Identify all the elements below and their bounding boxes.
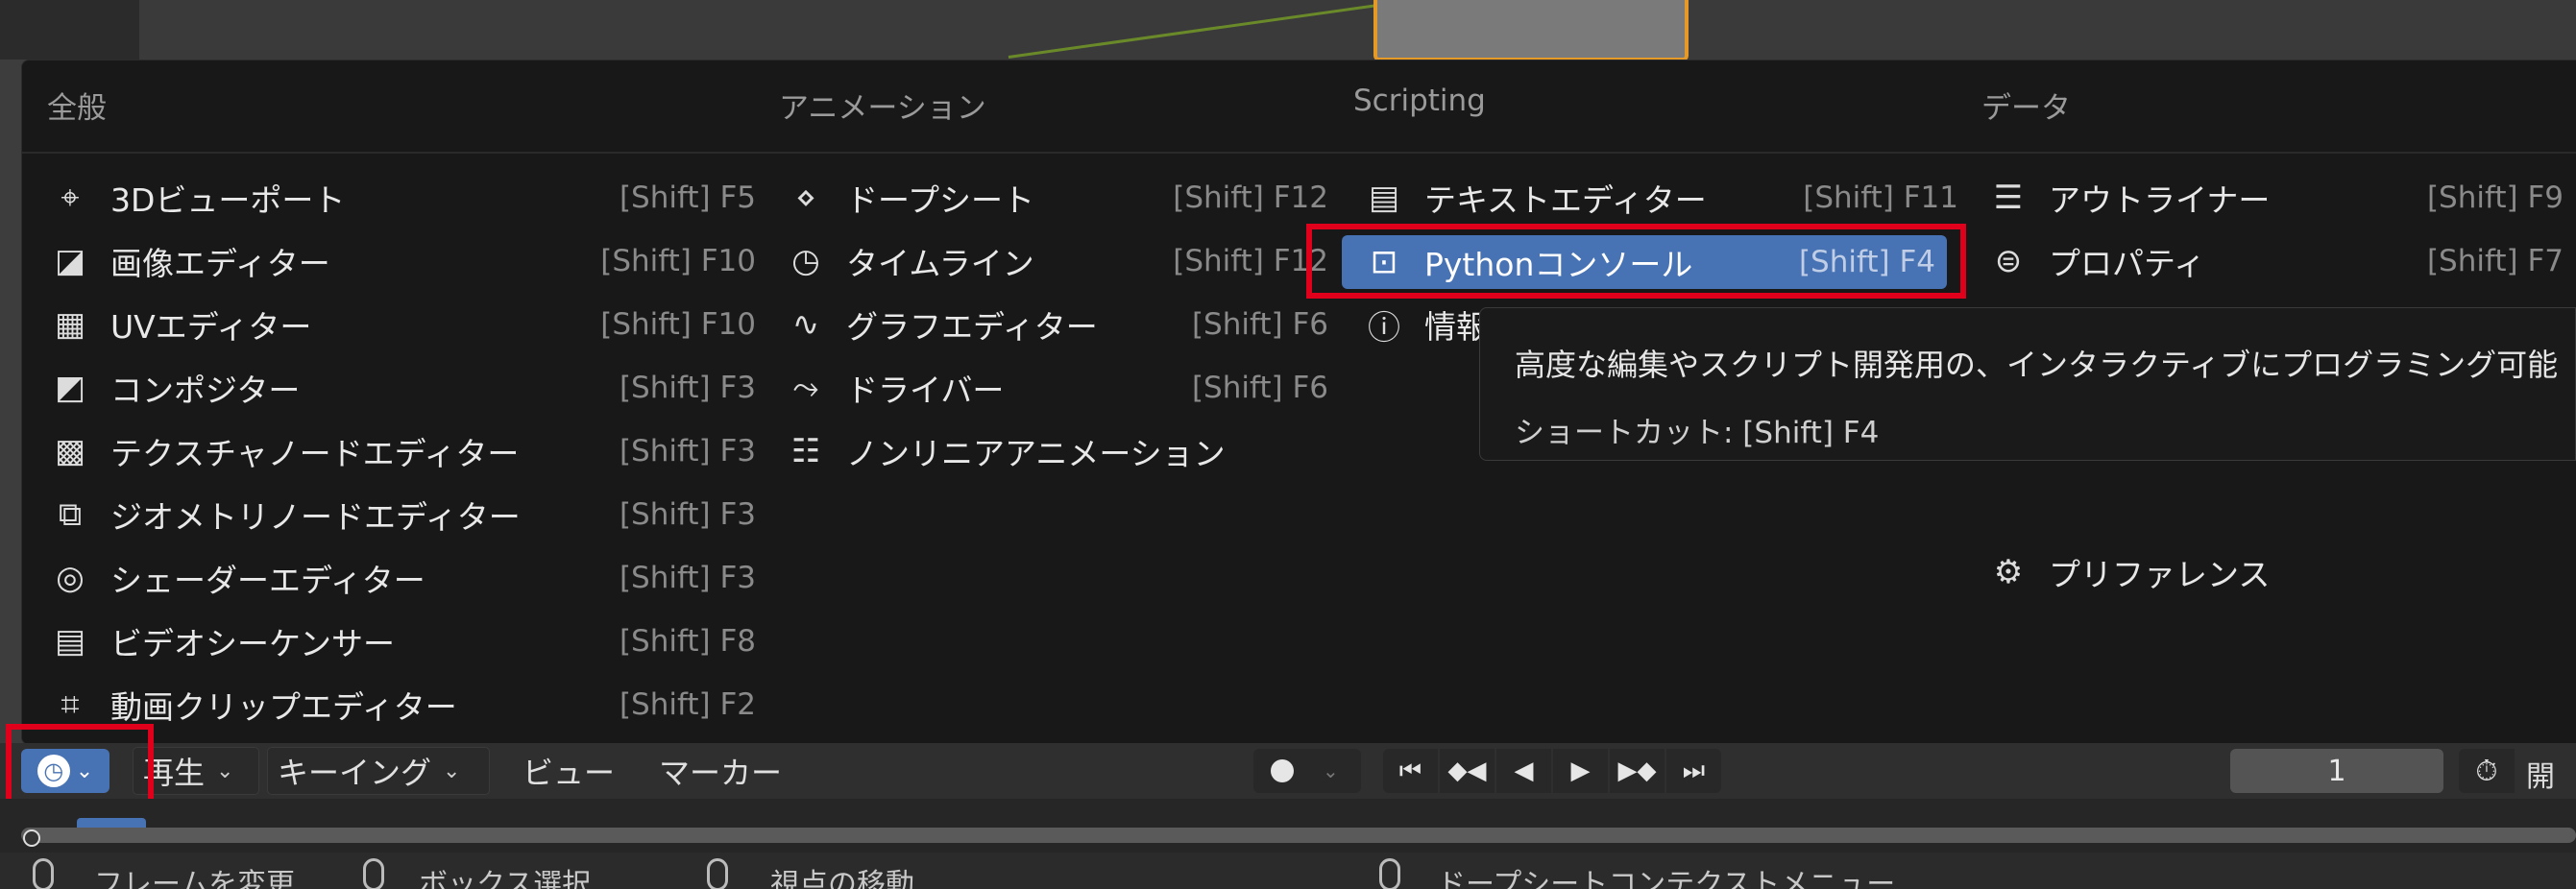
header-divider <box>22 152 2576 154</box>
mouse-left-icon <box>33 858 54 889</box>
menu-item-graph-editor[interactable]: ∿ グラフエディター [Shift] F6 <box>785 298 1328 351</box>
3d-viewport[interactable] <box>0 0 2576 60</box>
timeline-scrub-area[interactable] <box>0 799 2576 853</box>
chevron-down-icon: ⌄ <box>443 758 461 783</box>
jump-to-prev-keyframe-button[interactable]: ◆◀ <box>1440 749 1495 793</box>
properties-icon: ⊜ <box>1994 242 2023 280</box>
image-editor-icon: ◪ <box>54 242 86 280</box>
tooltip-shortcut: ショートカット: [Shift] F4 <box>1515 416 1880 450</box>
stopwatch-icon[interactable]: ⏱ <box>2459 749 2515 793</box>
menu-item-outliner[interactable]: ☰ アウトライナー [Shift] F9 <box>1987 171 2564 225</box>
shader-editor-icon: ◎ <box>56 559 85 597</box>
drivers-icon: ⤳ <box>792 369 819 407</box>
play-button[interactable]: ▶ <box>1553 749 1608 793</box>
jump-to-end-button[interactable]: ⏭ <box>1666 749 1721 793</box>
menu-item-movie-clip-editor[interactable]: ⌗ 動画クリップエディター [Shift] F2 <box>49 678 756 732</box>
timeline-icon: ◷ <box>791 242 820 280</box>
column-title-data: データ <box>1981 91 2071 126</box>
chevron-down-icon: ⌄ <box>216 758 234 783</box>
jump-to-next-keyframe-button[interactable]: ▶◆ <box>1610 749 1665 793</box>
info-icon: ⓘ <box>1368 308 1400 348</box>
record-icon <box>1271 759 1294 782</box>
menu-item-properties[interactable]: ⊜ プロパティ [Shift] F7 <box>1987 234 2564 288</box>
graph-editor-icon: ∿ <box>791 305 820 344</box>
python-console-tooltip: 高度な編集やスクリプト開発用の、インタラクティブにプログラミング可能 ショートカ… <box>1479 307 2576 461</box>
scrollbar-handle[interactable] <box>23 829 40 847</box>
menu-item-compositor[interactable]: ◩ コンポジター [Shift] F3 <box>49 361 756 415</box>
status-box-select: ボックス選択 <box>419 868 592 889</box>
mouse-drag-icon <box>363 858 384 889</box>
video-sequencer-icon: ▤ <box>54 622 86 661</box>
menu-item-nonlinear-animation[interactable]: ☷ ノンリニアアニメーション <box>785 424 1328 478</box>
playback-controls: ⏮ ◆◀ ◀ ▶ ▶◆ ⏭ <box>1383 749 1721 793</box>
status-change-frame: フレームを変更 <box>94 868 296 889</box>
texture-node-icon: ▩ <box>54 432 86 470</box>
text-editor-icon: ▤ <box>1368 179 1400 217</box>
menu-item-text-editor[interactable]: ▤ テキストエディター [Shift] F11 <box>1363 171 1968 225</box>
playback-menu[interactable]: 再生 ⌄ <box>133 747 259 795</box>
menu-item-image-editor[interactable]: ◪ 画像エディター [Shift] F10 <box>49 234 756 288</box>
column-title-animation: アニメーション <box>779 91 986 126</box>
current-frame-field[interactable]: 1 <box>2230 749 2443 793</box>
uv-editor-icon: ▦ <box>54 305 86 344</box>
jump-to-start-button[interactable]: ⏮ <box>1383 749 1438 793</box>
play-reverse-button[interactable]: ◀ <box>1496 749 1551 793</box>
chevron-down-icon: ⌄ <box>75 758 94 783</box>
timeline-icon: ◷ <box>36 755 70 787</box>
marker-menu[interactable]: マーカー <box>649 747 791 795</box>
mouse-middle-icon <box>707 858 728 889</box>
keying-menu[interactable]: キーイング ⌄ <box>267 747 490 795</box>
movie-clip-icon: ⌗ <box>61 685 80 724</box>
view-menu[interactable]: ビュー <box>513 747 624 795</box>
viewport-toolbar <box>0 0 139 60</box>
column-title-general: 全般 <box>47 91 107 126</box>
menu-item-shader-editor[interactable]: ◎ シェーダーエディター [Shift] F3 <box>49 551 756 605</box>
auto-keying-toggle[interactable]: ⌄ <box>1253 749 1361 793</box>
start-frame-label: 開 <box>2526 760 2555 794</box>
geometry-node-icon: ⧉ <box>58 495 83 534</box>
menu-item-drivers[interactable]: ⤳ ドライバー [Shift] F6 <box>785 361 1328 415</box>
playhead-marker[interactable] <box>77 818 146 828</box>
menu-item-texture-node-editor[interactable]: ▩ テクスチャノードエディター [Shift] F3 <box>49 424 756 478</box>
menu-item-preferences[interactable]: ⚙ プリファレンス <box>1987 545 2564 599</box>
compositor-icon: ◩ <box>54 369 86 407</box>
menu-item-uv-editor[interactable]: ▦ UVエディター [Shift] F10 <box>49 298 756 351</box>
editor-type-button[interactable]: ◷ ⌄ <box>21 749 109 793</box>
selected-cube <box>1373 0 1689 60</box>
column-title-scripting: Scripting <box>1353 84 1486 118</box>
tooltip-description: 高度な編集やスクリプト開発用の、インタラクティブにプログラミング可能 <box>1515 347 2559 383</box>
menu-item-dope-sheet[interactable]: ⋄ ドープシート [Shift] F12 <box>785 171 1328 225</box>
chevron-down-icon: ⌄ <box>1323 759 1339 782</box>
nla-icon: ☷ <box>790 432 821 470</box>
console-icon: ⊡ <box>1370 243 1398 281</box>
mouse-right-icon <box>1379 858 1400 889</box>
status-context-menu: ドープシートコンテクストメニュー <box>1437 868 1896 889</box>
status-pan-view: 視点の移動 <box>770 868 914 889</box>
x-axis-line <box>1008 2 1390 59</box>
viewport-3d-icon: ⌖ <box>61 179 80 217</box>
dope-sheet-icon: ⋄ <box>795 179 816 217</box>
menu-item-timeline[interactable]: ◷ タイムライン [Shift] F12 <box>785 234 1328 288</box>
menu-item-3d-viewport[interactable]: ⌖ 3Dビューポート [Shift] F5 <box>49 171 756 225</box>
menu-item-geometry-node-editor[interactable]: ⧉ ジオメトリノードエディター [Shift] F3 <box>49 488 756 541</box>
outliner-icon: ☰ <box>1993 179 2024 217</box>
menu-item-python-console[interactable]: ⊡ Pythonコンソール [Shift] F4 <box>1342 235 1947 289</box>
status-bar: フレームを変更 ボックス選択 視点の移動 ドープシートコンテクストメニュー <box>0 853 2576 889</box>
horizontal-scrollbar[interactable] <box>21 828 2576 843</box>
preferences-icon: ⚙ <box>1993 553 2024 591</box>
menu-item-video-sequencer[interactable]: ▤ ビデオシーケンサー [Shift] F8 <box>49 614 756 668</box>
timeline-header: ◷ ⌄ 再生 ⌄ キーイング ⌄ ビュー マーカー ⌄ ⏮ ◆◀ ◀ ▶ ▶◆ … <box>0 743 2576 799</box>
